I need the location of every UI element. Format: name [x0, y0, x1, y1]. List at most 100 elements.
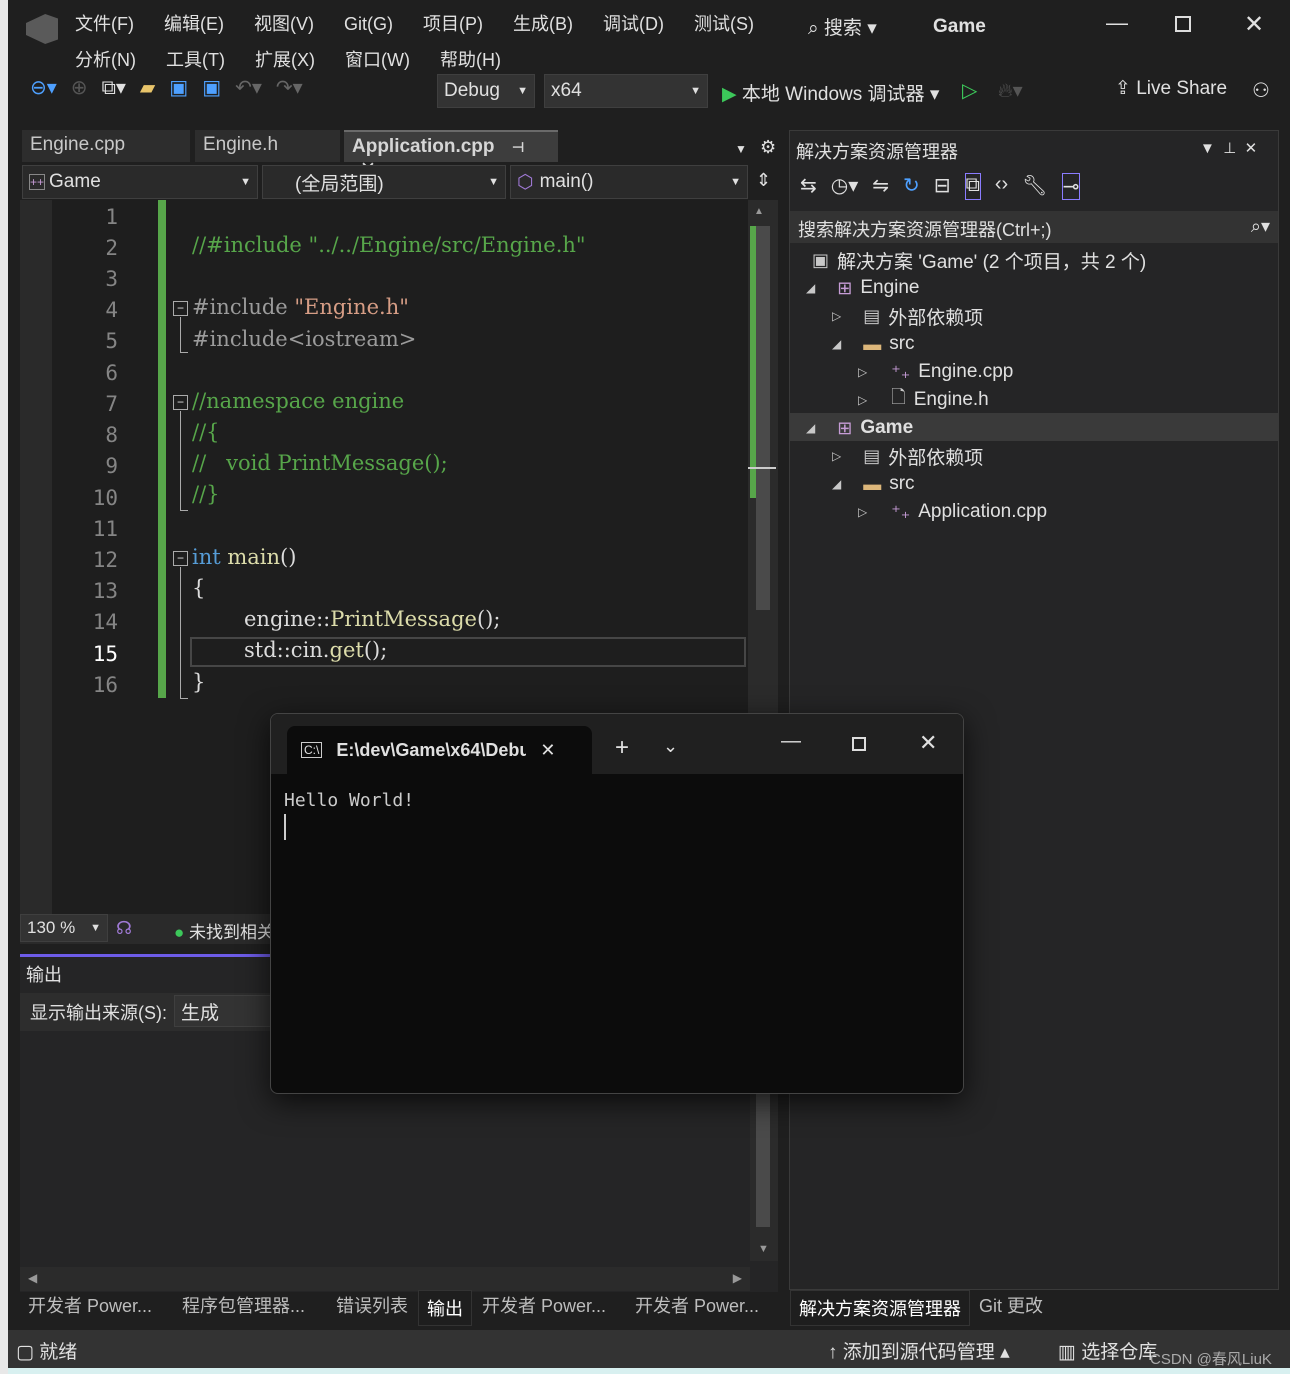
menu-item[interactable]: 扩展(X) [255, 50, 315, 70]
tab-dev-powershell[interactable]: 开发者 Power... [482, 1292, 606, 1318]
solution-search-input[interactable]: 搜索解决方案资源管理器(Ctrl+;) ⌕▾ [790, 211, 1278, 243]
collapse-icon[interactable]: − [173, 551, 188, 566]
menu-item[interactable]: 测试(S) [694, 14, 754, 34]
zoom-dropdown[interactable]: 130 % ▼ [20, 914, 108, 942]
config-dropdown[interactable]: Debug ▼ [437, 74, 535, 108]
start-debug-button[interactable]: ▶ 本地 Windows 调试器 ▾ [722, 79, 939, 106]
tree-item-engine[interactable]: ◢ ⊞ Engine [806, 274, 920, 302]
terminal-window[interactable]: C:\ E:\dev\Game\x64\Debug ✕ + ⌄ — ✕ Hell… [270, 713, 964, 1094]
collapsed-icon: ▷ [832, 309, 842, 323]
show-all-files-icon[interactable]: ⧉ [964, 173, 981, 200]
tree-item-game[interactable]: ◢ ⊞ Game [806, 414, 913, 442]
switch-views-icon[interactable]: ⇋ [872, 173, 889, 200]
sync-icon[interactable]: ⇆ [800, 173, 817, 200]
save-icon[interactable]: ▣ [169, 75, 188, 100]
settings-icon[interactable]: ⚙ [760, 137, 776, 158]
undo-icon[interactable]: ↶▾ [235, 75, 262, 100]
menu-item[interactable]: 分析(N) [75, 50, 136, 70]
member-dropdown[interactable]: ⬡ main() ▼ [510, 165, 748, 199]
live-share-button[interactable]: ⇪ Live Share [1115, 77, 1227, 100]
cpp-file-icon: ⁺₊ [891, 501, 911, 522]
tab-error-list[interactable]: 错误列表 [336, 1292, 408, 1318]
minimize-button[interactable]: — [1106, 10, 1128, 36]
select-repo-button[interactable]: ▥ 选择仓库 [1058, 1337, 1157, 1364]
feedback-icon[interactable]: ⚇ [1252, 78, 1270, 103]
tab-dev-powershell[interactable]: 开发者 Power... [28, 1292, 152, 1318]
start-without-debug-icon[interactable]: ▷ [962, 78, 977, 103]
terminal-close-button[interactable]: ✕ [919, 730, 937, 756]
tab-dropdown-icon[interactable]: ⌄ [663, 736, 678, 757]
intellicode-icon[interactable]: ☊ [116, 918, 132, 939]
add-to-source-control-button[interactable]: ↑ 添加到源代码管理 ▴ [828, 1337, 1010, 1364]
solution-icon: ▣ [812, 249, 830, 270]
pin-icon[interactable]: ⊣ [512, 139, 525, 155]
collapse-icon[interactable]: − [173, 395, 188, 410]
split-icon[interactable]: ⇕ [756, 170, 771, 191]
hot-reload-icon[interactable]: 🔥︎▾ [998, 78, 1023, 103]
platform-dropdown[interactable]: x64 ▼ [544, 74, 708, 108]
redo-icon[interactable]: ↷▾ [276, 75, 303, 100]
tab-dev-powershell[interactable]: 开发者 Power... [635, 1292, 759, 1318]
code-icon[interactable]: ‹› [995, 173, 1008, 200]
collapse-icon[interactable]: − [173, 301, 188, 316]
collapse-all-icon[interactable]: ⊟ [934, 173, 951, 200]
search-button[interactable]: ⌕ 搜索 ▾ [808, 13, 877, 40]
tab-output[interactable]: 输出 [418, 1290, 472, 1326]
menu-item[interactable]: Git(G) [344, 14, 393, 34]
tree-item-external-deps[interactable]: ▷ ▤ 外部依赖项 [832, 442, 983, 470]
config-value: Debug [444, 80, 500, 101]
panel-options-icons[interactable]: ▼ ⊥ ✕ [1200, 139, 1257, 157]
close-tab-icon[interactable]: ✕ [540, 740, 555, 761]
back-icon[interactable]: ⊖▾ [30, 75, 57, 100]
tab-package-manager[interactable]: 程序包管理器... [182, 1292, 305, 1318]
tree-item-application-cpp[interactable]: ▷ ⁺₊ Application.cpp [858, 498, 1047, 526]
tree-item-src[interactable]: ◢ ▬ src [832, 330, 915, 358]
code-line: #include "Engine.h" [192, 295, 409, 319]
properties-icon[interactable]: 🔧︎ [1022, 173, 1047, 200]
terminal-tab[interactable]: C:\ E:\dev\Game\x64\Debug ✕ [287, 726, 592, 774]
menu-item[interactable]: 工具(T) [166, 50, 225, 70]
add-source-label: 添加到源代码管理 [842, 1342, 995, 1363]
new-tab-button[interactable]: + [615, 734, 629, 762]
scope-dropdown[interactable]: (全局范围) ▼ [262, 165, 506, 199]
issues-status[interactable]: ● 未找到相关问题 [174, 918, 270, 943]
menu-item[interactable]: 生成(B) [513, 14, 573, 34]
tree-item-solution[interactable]: ▣ 解决方案 'Game' (2 个项目，共 2 个) [812, 246, 1146, 274]
terminal-minimize-button[interactable]: — [781, 730, 801, 753]
menu-item[interactable]: 项目(P) [423, 14, 483, 34]
menu-item[interactable]: 帮助(H) [440, 50, 501, 70]
platform-value: x64 [551, 80, 582, 101]
tree-label: Engine [860, 277, 920, 298]
save-all-icon[interactable]: ▣ [202, 75, 221, 100]
tab-solution-explorer[interactable]: 解决方案资源管理器 [790, 1290, 970, 1326]
menu-item[interactable]: 窗口(W) [345, 50, 410, 70]
close-button[interactable]: ✕ [1244, 10, 1264, 39]
refresh-icon[interactable]: ↻ [903, 173, 920, 200]
new-project-icon[interactable]: ⧉▾ [102, 75, 126, 100]
menu-item[interactable]: 文件(F) [75, 14, 134, 34]
tree-item-engine-cpp[interactable]: ▷ ⁺₊ Engine.cpp [858, 358, 1013, 386]
tree-item-src[interactable]: ◢ ▬ src [832, 470, 915, 498]
open-folder-icon[interactable]: ▰ [140, 75, 155, 100]
tab-list-dropdown[interactable]: ▼ [735, 142, 747, 156]
preview-icon[interactable]: ⊸ [1061, 173, 1081, 200]
output-source-label: 显示输出来源(S): [30, 1003, 167, 1023]
line-number: 4 [105, 298, 118, 322]
horizontal-scrollbar[interactable]: ◀ ▶ [20, 1267, 750, 1291]
tree-item-external-deps[interactable]: ▷ ▤ 外部依赖项 [832, 302, 983, 330]
line-number: 2 [105, 236, 118, 260]
tab-git-changes[interactable]: Git 更改 [979, 1292, 1043, 1318]
history-icon[interactable]: ◷▾ [831, 173, 859, 200]
terminal-maximize-button[interactable] [852, 737, 866, 751]
tab-application-cpp[interactable]: Application.cpp ⊣ ✕ [344, 130, 558, 180]
menu-item[interactable]: 编辑(E) [164, 14, 224, 34]
project-dropdown[interactable]: ++ Game ▼ [22, 165, 258, 199]
tree-item-engine-h[interactable]: ▷ 🗋︎ Engine.h [858, 386, 989, 414]
tab-engine-cpp[interactable]: Engine.cpp [22, 130, 190, 162]
tab-engine-h[interactable]: Engine.h [195, 130, 340, 162]
forward-icon[interactable]: ⊕ [71, 75, 88, 100]
line-number: 14 [92, 610, 118, 634]
menu-item[interactable]: 视图(V) [254, 14, 314, 34]
maximize-button[interactable] [1175, 16, 1191, 32]
menu-item[interactable]: 调试(D) [603, 14, 664, 34]
